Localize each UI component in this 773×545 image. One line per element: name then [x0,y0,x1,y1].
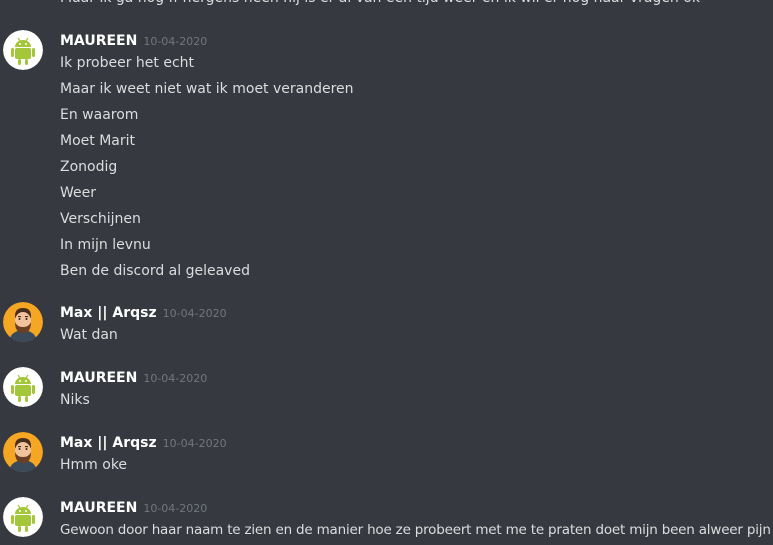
message-header: Max || Arqsz 10-04-2020 [60,302,227,322]
message-line: Ben de discord al geleaved [60,263,250,279]
message-line: Verschijnen [60,211,141,227]
username[interactable]: Max || Arqsz [60,435,157,451]
android-avatar-icon [3,497,43,537]
avatar[interactable] [3,367,43,407]
username[interactable]: MAUREEN [60,370,137,386]
message-line: Gewoon door haar naam te zien en de mani… [60,522,771,538]
message-line: Ik probeer het echt [60,55,195,71]
message-line: Weer [60,185,97,201]
message-line: Wat dan [60,327,118,343]
message-line: Hmm oke [60,457,128,473]
message-content: Gewoon door haar naam te zien en de mani… [60,519,771,545]
message-line: Zonodig [60,159,118,175]
bearded-man-avatar-icon [3,302,43,342]
message-line: In mijn levnu [60,237,151,253]
message-header: Max || Arqsz 10-04-2020 [60,432,227,452]
avatar[interactable] [3,30,43,70]
message-header: MAUREEN 10-04-2020 [60,367,207,387]
timestamp: 10-04-2020 [162,307,227,320]
message-content: Ik probeer het echt Maar ik weet niet wa… [60,52,354,286]
avatar[interactable] [3,432,43,472]
message-content: Niks [60,389,90,415]
username[interactable]: Max || Arqsz [60,305,157,321]
message-line: En waarom [60,107,139,123]
username[interactable]: MAUREEN [60,500,137,516]
avatar[interactable] [3,497,43,537]
message-header: MAUREEN 10-04-2020 [60,497,207,517]
previous-message-cutoff: Maar ik ga nog ff nergens heen hij is er… [60,0,700,8]
bearded-man-avatar-icon [3,432,43,472]
message-line: Moet Marit [60,133,135,149]
avatar[interactable] [3,302,43,342]
username[interactable]: MAUREEN [60,33,137,49]
message-line: Maar ik weet niet wat ik moet veranderen [60,81,354,97]
timestamp: 10-04-2020 [143,372,208,385]
timestamp: 10-04-2020 [162,437,227,450]
message-line: Niks [60,392,90,408]
android-avatar-icon [3,30,43,70]
message-content: Wat dan [60,324,118,350]
android-avatar-icon [3,367,43,407]
message-content: Hmm oke [60,454,127,480]
message-header: MAUREEN 10-04-2020 [60,30,207,50]
timestamp: 10-04-2020 [143,35,208,48]
timestamp: 10-04-2020 [143,502,208,515]
